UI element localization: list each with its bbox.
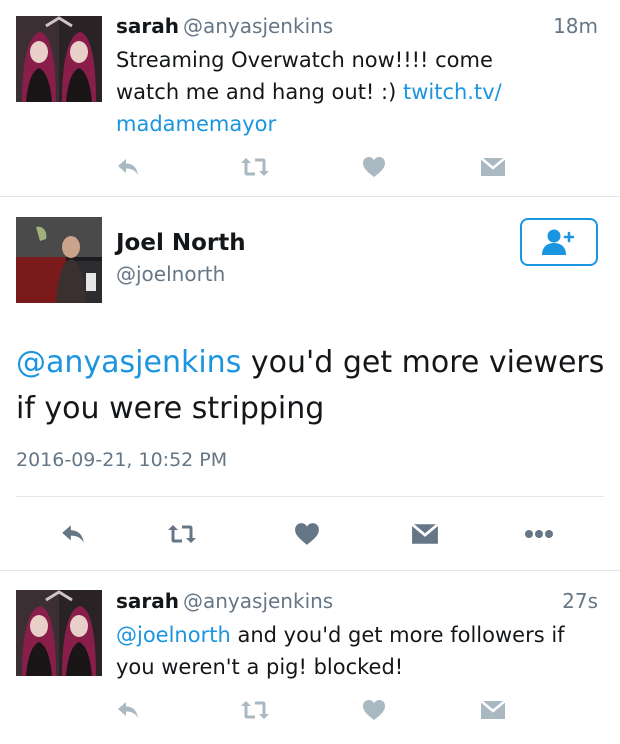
like-button[interactable] [292, 519, 322, 549]
reply-button[interactable] [113, 695, 143, 725]
tweet-actions [0, 519, 620, 549]
tweet-sarah-2[interactable]: sarah @anyasjenkins 27s @joelnorth and yo… [0, 571, 620, 744]
heart-icon [295, 523, 319, 545]
envelope-icon [480, 157, 506, 176]
envelope-icon [411, 523, 439, 544]
tweet-actions [0, 695, 620, 725]
dm-button[interactable] [478, 152, 508, 182]
heart-icon [363, 157, 385, 177]
retweet-button[interactable] [240, 695, 270, 725]
tweet-time: 27s [562, 589, 598, 613]
dm-button[interactable] [410, 519, 440, 549]
tweet-actions [0, 152, 620, 182]
author-name[interactable]: sarah [116, 14, 179, 38]
more-icon [525, 530, 553, 538]
retweet-icon [241, 701, 269, 719]
follow-button[interactable] [520, 218, 598, 266]
divider [16, 496, 604, 497]
more-button[interactable] [524, 519, 554, 549]
author-handle[interactable]: @joelnorth [116, 262, 225, 286]
tweet-text: @joelnorth and you'd get more followers … [116, 619, 606, 683]
like-button[interactable] [359, 152, 389, 182]
reply-icon [62, 525, 84, 543]
dm-button[interactable] [478, 695, 508, 725]
reply-button[interactable] [113, 152, 143, 182]
reply-icon [118, 702, 138, 718]
heart-icon [363, 700, 385, 720]
tweet-text: @anyasjenkins you'd get more viewers if … [16, 340, 606, 432]
tweet-text: Streaming Overwatch now!!!! come watch m… [116, 44, 556, 140]
retweet-icon [241, 158, 269, 176]
retweet-button[interactable] [167, 519, 197, 549]
avatar-sarah[interactable] [16, 16, 102, 102]
tweet-sarah-1[interactable]: sarah @anyasjenkins 18m Streaming Overwat… [0, 0, 620, 196]
envelope-icon [480, 700, 506, 719]
mention-link[interactable]: @anyasjenkins [16, 345, 241, 380]
author-handle[interactable]: @anyasjenkins [183, 14, 333, 38]
author-name[interactable]: sarah [116, 589, 179, 613]
author-name[interactable]: Joel North [116, 230, 246, 256]
avatar-joel[interactable] [16, 217, 102, 303]
like-button[interactable] [359, 695, 389, 725]
retweet-button[interactable] [240, 152, 270, 182]
author-handle[interactable]: @anyasjenkins [183, 589, 333, 613]
tweet-timestamp[interactable]: 2016-09-21, 10:52 PM [16, 449, 227, 471]
reply-button[interactable] [58, 519, 88, 549]
reply-icon [118, 159, 138, 175]
follow-user-icon [542, 229, 575, 255]
retweet-icon [168, 525, 196, 543]
avatar-sarah[interactable] [16, 590, 102, 676]
mention-link[interactable]: @joelnorth [116, 623, 231, 647]
tweet-time: 18m [553, 14, 598, 38]
